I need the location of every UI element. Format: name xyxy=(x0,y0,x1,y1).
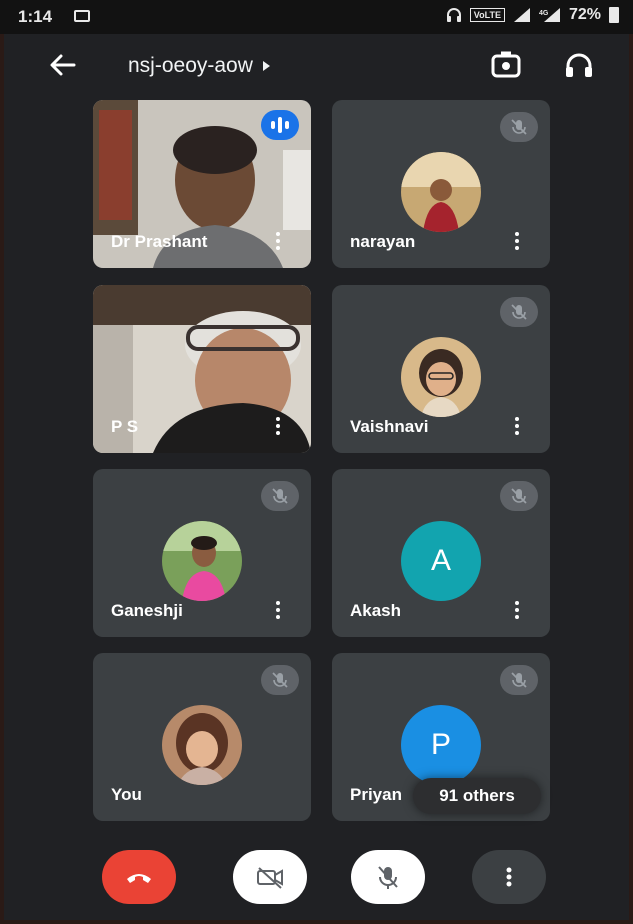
participant-name: Priyan xyxy=(350,785,402,804)
signal-4g-icon: 4G xyxy=(539,8,560,22)
more-options-icon[interactable] xyxy=(275,601,281,621)
volte-badge: VoLTE xyxy=(469,8,505,22)
battery-percent: 72% xyxy=(568,6,601,23)
headphones-icon[interactable] xyxy=(562,50,596,80)
camera-off-icon xyxy=(257,867,283,889)
more-options-icon[interactable] xyxy=(514,232,520,252)
signal-icon xyxy=(513,8,530,22)
camera-toggle-button[interactable] xyxy=(233,850,307,904)
end-call-button[interactable] xyxy=(102,850,176,904)
participant-tile[interactable]: Ganeshji xyxy=(93,469,311,637)
more-options-icon[interactable] xyxy=(275,232,281,252)
switch-camera-icon[interactable] xyxy=(489,50,523,80)
status-time: 1:14 xyxy=(18,7,53,26)
participant-name: Ganeshji xyxy=(111,601,183,620)
meeting-code: nsj-oeoy-aow xyxy=(128,54,253,77)
mic-off-icon xyxy=(261,665,299,695)
others-count-badge[interactable]: 91 others xyxy=(413,778,541,814)
mic-off-icon xyxy=(500,112,538,142)
more-options-button[interactable] xyxy=(472,850,546,904)
status-bar: 1:14 VoLTE 4G 72% xyxy=(0,0,633,34)
participant-tile[interactable]: You xyxy=(93,653,311,821)
headset-status-icon xyxy=(446,8,461,22)
participant-name: P S xyxy=(111,417,139,436)
meeting-title[interactable]: nsj-oeoy-aow xyxy=(128,54,270,78)
participant-name: Dr Prashant xyxy=(111,232,208,251)
participant-name: Akash xyxy=(350,601,402,620)
participant-tile[interactable]: Vaishnavi xyxy=(332,285,550,453)
end-call-icon xyxy=(127,874,151,883)
participant-tile[interactable]: narayan xyxy=(332,100,550,268)
participant-avatar xyxy=(162,521,242,601)
more-options-icon[interactable] xyxy=(275,417,281,437)
participant-name: narayan xyxy=(350,232,416,251)
participant-tile[interactable]: P S xyxy=(93,285,311,453)
participant-name: Vaishnavi xyxy=(350,417,429,436)
cast-icon xyxy=(74,10,90,22)
mic-off-icon xyxy=(500,297,538,327)
mic-off-icon xyxy=(500,481,538,511)
back-arrow-icon[interactable] xyxy=(46,50,80,80)
mic-off-icon xyxy=(261,481,299,511)
svg-text:4G: 4G xyxy=(539,10,549,17)
more-options-icon xyxy=(506,867,512,887)
battery-icon xyxy=(609,7,619,23)
participant-avatar-letter: P xyxy=(401,705,481,785)
participant-avatar xyxy=(401,337,481,417)
mic-toggle-button[interactable] xyxy=(351,850,425,904)
participant-avatar xyxy=(162,705,242,785)
speaking-indicator-icon xyxy=(261,110,299,140)
caret-right-icon xyxy=(262,61,270,71)
status-right: VoLTE 4G 72% xyxy=(446,6,619,24)
mic-off-icon xyxy=(378,866,398,889)
more-options-icon[interactable] xyxy=(514,417,520,437)
mic-off-icon xyxy=(500,665,538,695)
participant-avatar xyxy=(401,152,481,232)
participant-tile[interactable]: A Akash xyxy=(332,469,550,637)
more-options-icon[interactable] xyxy=(514,601,520,621)
meeting-header: nsj-oeoy-aow xyxy=(0,34,633,98)
participant-name: You xyxy=(111,785,142,804)
participant-avatar-letter: A xyxy=(401,521,481,601)
participant-tile[interactable]: Dr Prashant xyxy=(93,100,311,268)
